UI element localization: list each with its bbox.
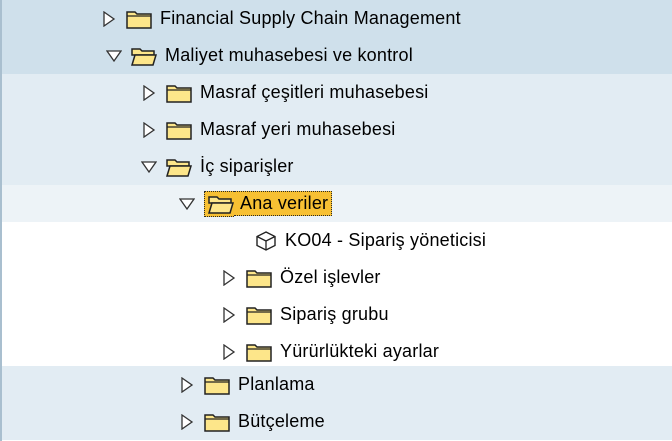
tree-node-yururlukteki-ayarlar[interactable]: Yürürlükteki ayarlar <box>0 333 672 370</box>
tree-node-label: Planlama <box>238 374 315 394</box>
triangle-right-icon[interactable] <box>178 376 196 394</box>
triangle-right-icon[interactable] <box>220 269 238 287</box>
tree-node-butceleme[interactable]: Bütçeleme <box>0 403 672 440</box>
cube-icon <box>255 230 277 252</box>
folder-icon <box>204 412 230 432</box>
folder-icon <box>246 268 272 288</box>
tree-node-ic-siparisler[interactable]: İç siparişler <box>0 148 672 185</box>
folder-icon <box>166 120 192 140</box>
tree-node-label: İç siparişler <box>200 156 294 176</box>
folder-icon <box>246 305 272 325</box>
tree-node-financial-supply-chain[interactable]: Financial Supply Chain Management <box>0 0 672 37</box>
tree-node-ko04-transaction[interactable]: KO04 - Sipariş yöneticisi <box>0 222 672 259</box>
triangle-right-icon[interactable] <box>140 121 158 139</box>
folder-icon <box>166 83 192 103</box>
tree-node-siparis-grubu[interactable]: Sipariş grubu <box>0 296 672 333</box>
tree-node-ana-veriler[interactable]: Ana veriler <box>0 185 672 222</box>
folder-open-icon <box>166 157 192 177</box>
folder-open-icon <box>204 190 234 217</box>
tree-node-label: Bütçeleme <box>238 411 325 431</box>
tree-node-masraf-yeri[interactable]: Masraf yeri muhasebesi <box>0 111 672 148</box>
tree-node-label: Masraf yeri muhasebesi <box>200 119 396 139</box>
triangle-right-icon[interactable] <box>100 10 118 28</box>
navigation-tree: Financial Supply Chain Management Maliye… <box>0 0 672 441</box>
tree-node-planlama[interactable]: Planlama <box>0 366 672 403</box>
tree-node-maliyet-muhasebesi[interactable]: Maliyet muhasebesi ve kontrol <box>0 37 672 74</box>
folder-icon <box>204 375 230 395</box>
tree-node-label: Özel işlevler <box>280 267 381 287</box>
tree-node-label: Sipariş grubu <box>280 304 389 324</box>
folder-icon <box>126 9 152 29</box>
tree-node-label-selected: Ana veriler <box>234 191 333 216</box>
triangle-right-icon[interactable] <box>178 413 196 431</box>
tree-node-ozel-islevler[interactable]: Özel işlevler <box>0 259 672 296</box>
triangle-right-icon[interactable] <box>220 306 238 324</box>
tree-node-masraf-cesitleri[interactable]: Masraf çeşitleri muhasebesi <box>0 74 672 111</box>
tree-node-label: KO04 - Sipariş yöneticisi <box>285 230 487 250</box>
folder-open-icon <box>131 46 157 66</box>
tree-left-edge <box>0 0 2 441</box>
tree-node-label: Yürürlükteki ayarlar <box>280 341 440 361</box>
folder-icon <box>246 342 272 362</box>
tree-node-label: Financial Supply Chain Management <box>160 8 461 28</box>
tree-node-label: Masraf çeşitleri muhasebesi <box>200 82 429 102</box>
triangle-down-icon[interactable] <box>105 47 123 65</box>
triangle-right-icon[interactable] <box>140 84 158 102</box>
triangle-down-icon[interactable] <box>178 195 196 213</box>
triangle-right-icon[interactable] <box>220 343 238 361</box>
triangle-down-icon[interactable] <box>140 158 158 176</box>
tree-node-label: Maliyet muhasebesi ve kontrol <box>165 45 413 65</box>
